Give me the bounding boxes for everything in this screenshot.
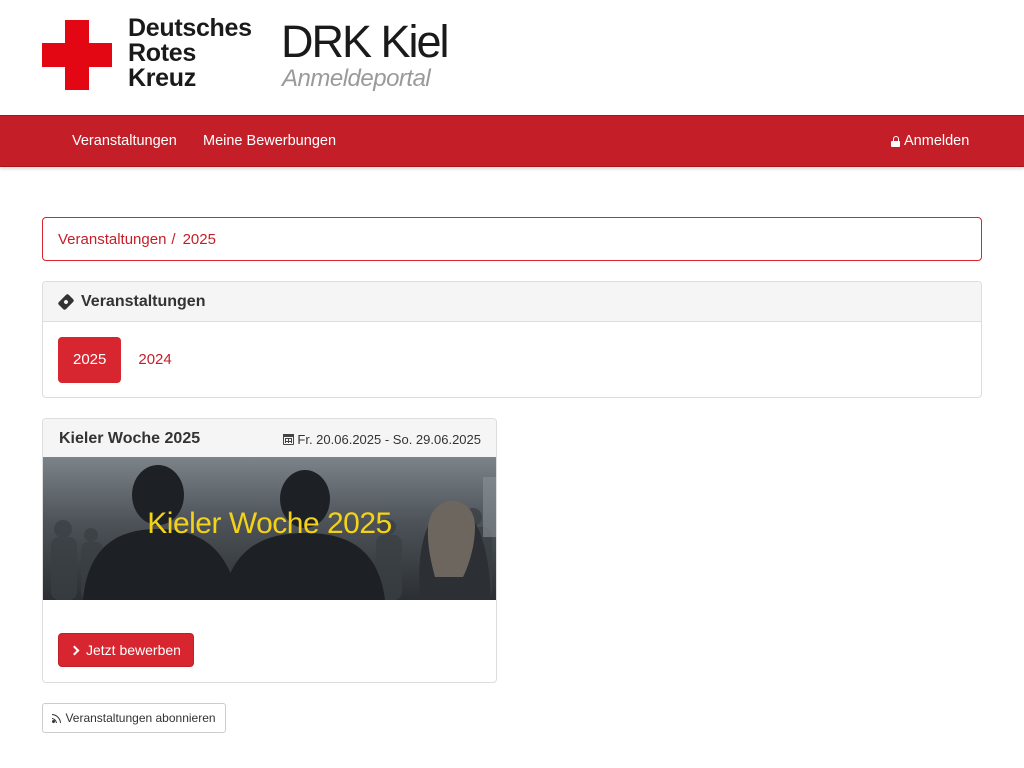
event-image[interactable]: Kieler Woche 2025 bbox=[43, 457, 496, 600]
year-tab-2024[interactable]: 2024 bbox=[121, 337, 186, 383]
subscribe-button-label: Veranstaltungen abonnieren bbox=[65, 711, 216, 725]
breadcrumb: Veranstaltungen / 2025 bbox=[42, 217, 982, 261]
event-date: Fr. 20.06.2025 - So. 29.06.2025 bbox=[283, 432, 481, 447]
event-card-heading: Kieler Woche 2025 Fr. 20.06.2025 - So. 2… bbox=[43, 419, 496, 458]
ticket-icon bbox=[57, 293, 75, 310]
breadcrumb-separator: / bbox=[171, 230, 176, 248]
nav-item-veranstaltungen[interactable]: Veranstaltungen bbox=[72, 116, 177, 166]
login-label: Anmelden bbox=[904, 133, 970, 149]
events-panel: Veranstaltungen 2025 2024 bbox=[42, 281, 982, 398]
rss-icon bbox=[52, 713, 62, 723]
logo-line: Deutsches bbox=[128, 14, 252, 42]
login-link[interactable]: Anmelden bbox=[891, 116, 969, 166]
site-header: Deutsches Rotes Kreuz DRK Kiel Anmeldepo… bbox=[0, 0, 1024, 115]
drk-logo-wordmark[interactable]: Deutsches Rotes Kreuz bbox=[128, 16, 252, 91]
nav-item-meine-bewerbungen[interactable]: Meine Bewerbungen bbox=[203, 116, 336, 166]
apply-button[interactable]: Jetzt bewerben bbox=[58, 633, 194, 667]
year-tab-2025[interactable]: 2025 bbox=[58, 337, 122, 383]
event-image-caption: Kieler Woche 2025 bbox=[147, 507, 392, 540]
events-panel-title: Veranstaltungen bbox=[81, 292, 206, 310]
breadcrumb-item-current: 2025 bbox=[182, 230, 216, 248]
apply-button-label: Jetzt bewerben bbox=[86, 642, 181, 658]
calendar-icon bbox=[283, 434, 295, 445]
brand-subtitle: Anmeldeportal bbox=[282, 65, 431, 92]
subscribe-button[interactable]: Veranstaltungen abonnieren bbox=[42, 703, 226, 733]
logo-line: Rotes bbox=[128, 39, 196, 67]
event-title[interactable]: Kieler Woche 2025 bbox=[59, 430, 200, 448]
breadcrumb-item-veranstaltungen[interactable]: Veranstaltungen bbox=[58, 231, 166, 248]
lock-icon bbox=[891, 136, 900, 147]
event-date-range: Fr. 20.06.2025 - So. 29.06.2025 bbox=[297, 432, 481, 447]
brand-title: DRK Kiel bbox=[281, 16, 450, 67]
event-card: Kieler Woche 2025 Fr. 20.06.2025 - So. 2… bbox=[42, 418, 497, 683]
red-cross-logo-icon[interactable] bbox=[42, 20, 112, 90]
year-tabs: 2025 2024 bbox=[58, 337, 187, 383]
chevron-right-icon bbox=[69, 645, 80, 655]
logo-line: Kreuz bbox=[128, 64, 196, 92]
events-panel-heading: Veranstaltungen bbox=[43, 282, 981, 322]
main-navbar: Veranstaltungen Meine Bewerbungen Anmeld… bbox=[0, 115, 1024, 167]
